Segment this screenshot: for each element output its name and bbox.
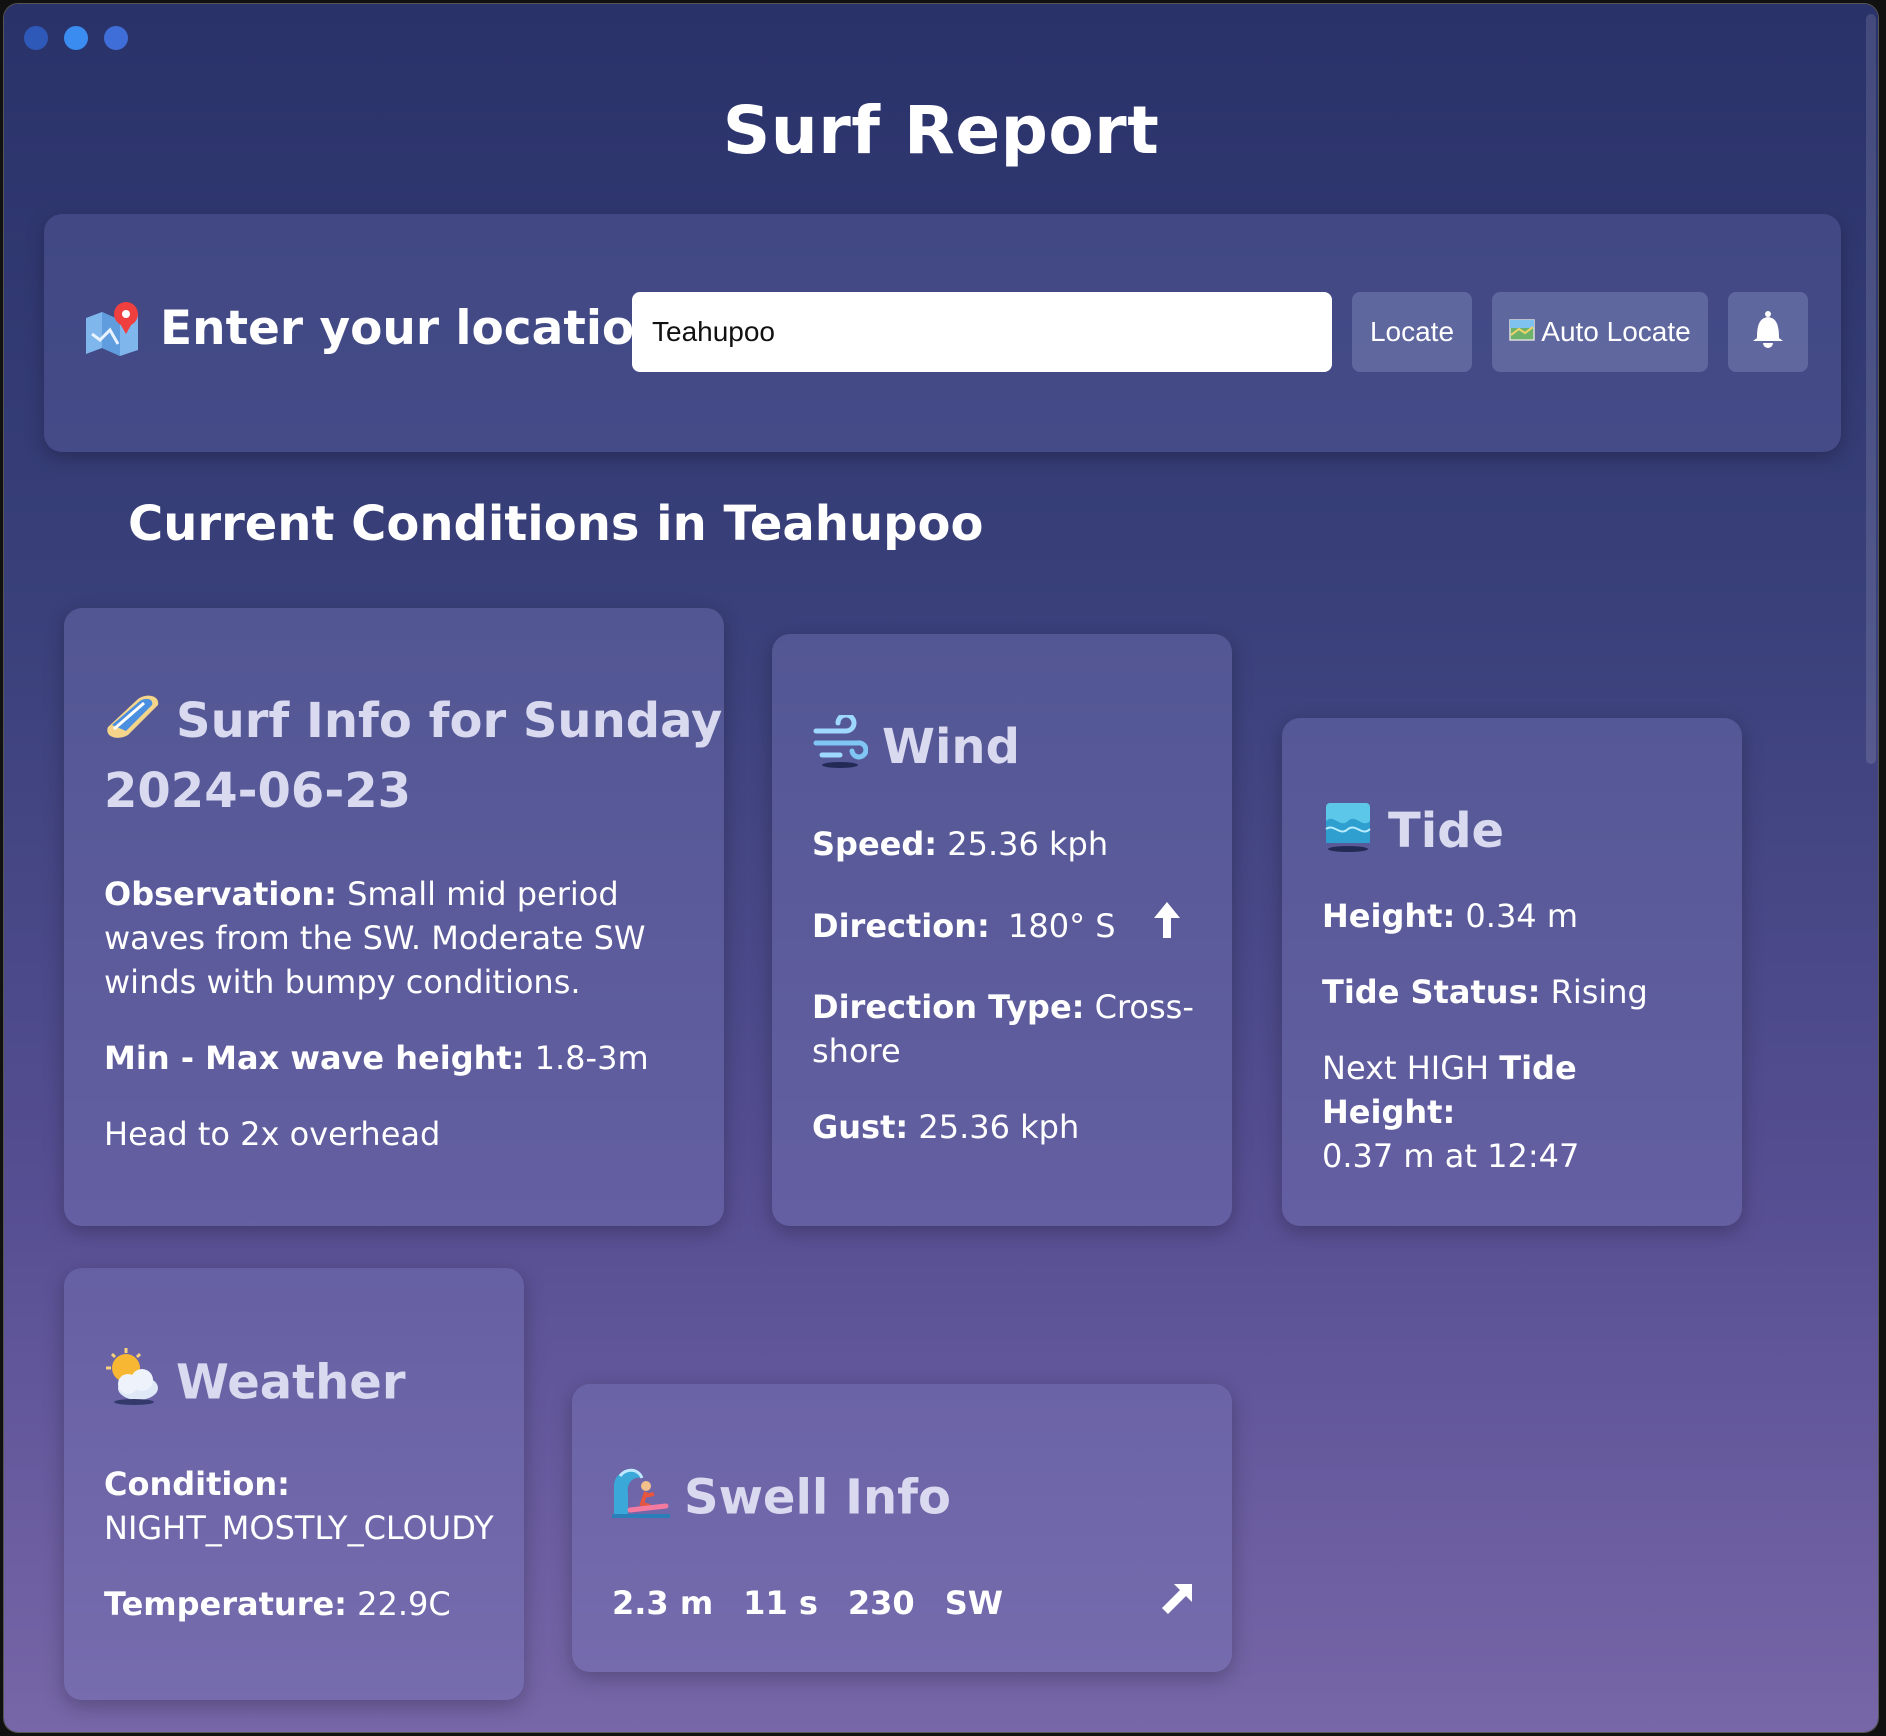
window-controls [24, 26, 128, 50]
location-input[interactable] [632, 292, 1332, 372]
wind-speed-value: 25.36 kph [937, 825, 1109, 863]
surf-info-body: Observation: Small mid period waves from… [104, 872, 694, 1156]
wind-speed-label: Speed: [812, 825, 938, 863]
tide-card: Tide Height: 0.34 m Tide Status: Rising … [1282, 718, 1742, 1226]
wind-gust-row: Gust: 25.36 kph [812, 1105, 1202, 1149]
weather-title-text: Weather [176, 1354, 406, 1411]
temperature-label: Temperature: [104, 1585, 347, 1623]
sun-behind-cloud-icon [104, 1348, 162, 1423]
page-title: Surf Report [722, 92, 1160, 169]
tide-height-value: 0.34 m [1455, 897, 1578, 935]
location-label-row: Enter your location [84, 300, 668, 356]
weather-condition-label: Condition: [104, 1465, 290, 1503]
wind-speed-row: Speed: 25.36 kph [812, 822, 1202, 866]
locate-button-label: Locate [1369, 316, 1455, 347]
weather-card: Weather Condition: NIGHT_MOSTLY_CLOUDY Te… [64, 1268, 524, 1700]
weather-title: Weather [104, 1348, 406, 1423]
bell-icon [1751, 310, 1785, 355]
arrow-up-icon [1154, 902, 1180, 949]
tide-status-value: Rising [1540, 973, 1648, 1011]
wind-direction-type-row: Direction Type: Cross-shore [812, 985, 1202, 1073]
tide-height-label: Height: [1322, 897, 1456, 935]
swell-info-title-text: Swell Info [684, 1469, 951, 1526]
location-label: Enter your location [160, 300, 668, 356]
wave-height-value: 1.8-3m [524, 1039, 649, 1077]
swell-direction-degrees: 230 [847, 1584, 915, 1622]
swell-period: 11 s [743, 1584, 818, 1622]
swell-height: 2.3 m [612, 1584, 714, 1622]
wind-gust-label: Gust: [812, 1108, 909, 1146]
tide-status-label: Tide Status: [1322, 973, 1541, 1011]
auto-locate-button[interactable]: Auto Locate [1492, 292, 1708, 372]
map-icon [1509, 316, 1536, 348]
weather-condition-value: NIGHT_MOSTLY_CLOUDY [104, 1509, 494, 1547]
swell-values-row: 2.3 m 11 s 230 SW [612, 1584, 1192, 1622]
wind-icon [812, 712, 869, 786]
surf-description: Head to 2x overhead [104, 1115, 441, 1153]
tide-height-row: Height: 0.34 m [1322, 894, 1712, 938]
maximize-window-button[interactable] [104, 26, 128, 50]
close-window-button[interactable] [24, 26, 48, 50]
swell-info-card: Swell Info 2.3 m 11 s 230 SW [572, 1384, 1232, 1672]
surf-info-title-line2: 2024-06-23 [104, 762, 412, 819]
surf-info-card: Surf Info for Sunday 2024-06-23 Observat… [64, 608, 724, 1226]
wind-body: Speed: 25.36 kph Direction: 180° S Direc… [812, 822, 1202, 1149]
locate-button[interactable]: Locate [1352, 292, 1472, 372]
swell-direction: SW [944, 1584, 1004, 1622]
wind-direction-label: Direction: [812, 906, 990, 945]
wind-title-text: Wind [882, 719, 1020, 775]
minimize-window-button[interactable] [64, 26, 88, 50]
surf-info-title-line1: Surf Info for Sunday [176, 693, 723, 749]
app-window: Surf Report Enter your location Locate [4, 4, 1878, 1732]
wave-height-row: Min - Max wave height: 1.8-3m [104, 1036, 694, 1080]
arrow-up-right-icon [1162, 1584, 1192, 1622]
wind-title: Wind [812, 712, 1020, 786]
location-panel: Enter your location Locate Auto Locate [44, 214, 1841, 452]
weather-condition-row: Condition: NIGHT_MOSTLY_CLOUDY [104, 1462, 494, 1550]
wind-direction-value: 180° S [1008, 906, 1116, 945]
observation-label: Observation: [104, 875, 337, 913]
next-high-tide-row: Next HIGH Tide Height: 0.37 m at 12:47 [1322, 1046, 1712, 1178]
wave-height-label: Min - Max wave height: [104, 1039, 525, 1077]
weather-body: Condition: NIGHT_MOSTLY_CLOUDY Temperatur… [104, 1462, 494, 1626]
wind-card: Wind Speed: 25.36 kph Direction: 180° S … [772, 634, 1232, 1226]
swell-info-title: Swell Info [612, 1464, 951, 1537]
water-wave-icon [1322, 799, 1374, 870]
surfer-icon [612, 1464, 670, 1537]
temperature-row: Temperature: 22.9C [104, 1582, 494, 1626]
surfboard-icon [104, 691, 162, 758]
tide-title: Tide [1322, 798, 1504, 870]
tide-status-row: Tide Status: Rising [1322, 970, 1712, 1014]
next-high-value: 0.37 m at 12:47 [1322, 1137, 1580, 1175]
auto-locate-label: Auto Locate [1541, 316, 1691, 347]
surf-info-title: Surf Info for Sunday 2024-06-23 [104, 688, 722, 824]
observation-row: Observation: Small mid period waves from… [104, 872, 694, 1004]
tide-body: Height: 0.34 m Tide Status: Rising Next … [1322, 894, 1712, 1178]
next-high-prefix: Next HIGH [1322, 1049, 1500, 1087]
tide-title-text: Tide [1388, 803, 1505, 859]
map-pin-icon [84, 300, 142, 356]
current-conditions-heading: Current Conditions in Teahupoo [128, 496, 984, 552]
notifications-button[interactable] [1728, 292, 1808, 372]
temperature-value: 22.9C [346, 1585, 451, 1623]
wind-direction-type-label: Direction Type: [812, 988, 1085, 1026]
wind-direction-row: Direction: 180° S [812, 902, 1202, 949]
wind-gust-value: 25.36 kph [908, 1108, 1080, 1146]
